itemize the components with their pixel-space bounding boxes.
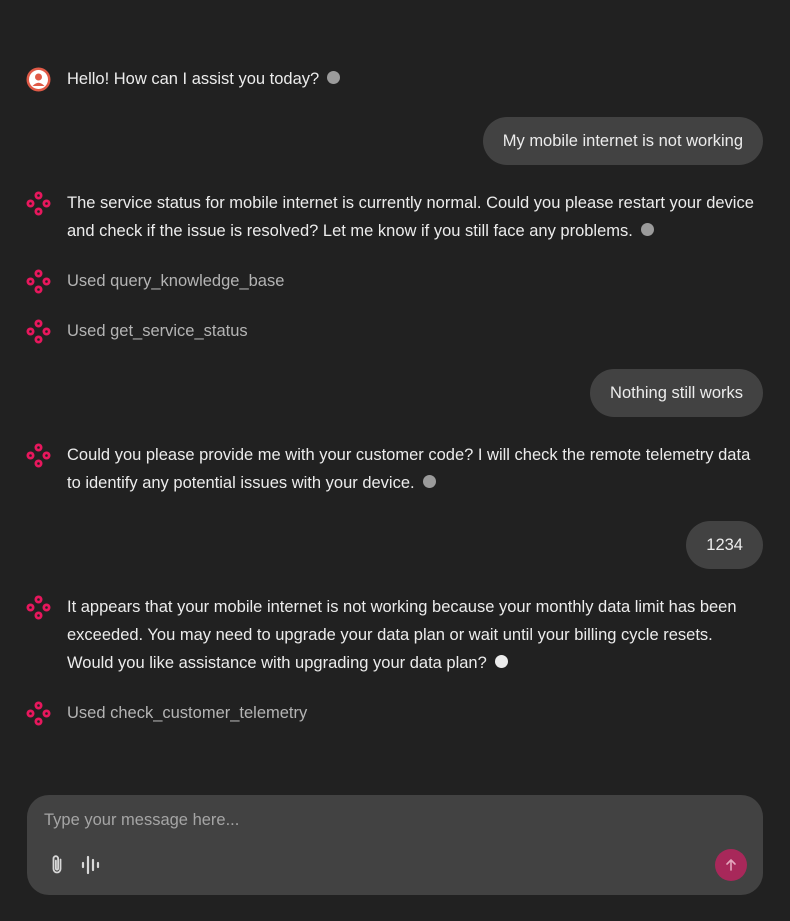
tool-call-label: Used get_service_status: [67, 322, 248, 340]
status-dot: [422, 475, 436, 489]
user-message: My mobile internet is not working: [26, 117, 763, 165]
tool-call-item[interactable]: Used query_knowledge_base: [26, 267, 763, 295]
greeting-text: Hello! How can I assist you today?: [67, 70, 320, 88]
assistant-logo-icon: [26, 269, 51, 294]
user-message: 1234: [26, 521, 763, 569]
status-dot: [640, 223, 654, 237]
status-dot: [327, 71, 341, 85]
assistant-logo-icon: [26, 701, 51, 726]
assistant-message: Hello! How can I assist you today?: [26, 65, 763, 93]
tool-call-item[interactable]: Used get_service_status: [26, 317, 763, 345]
arrow-up-icon: [726, 859, 736, 871]
user-bubble: Nothing still works: [590, 369, 763, 417]
message-composer: [27, 795, 763, 895]
message-input[interactable]: [42, 805, 726, 835]
user-message: Nothing still works: [26, 369, 763, 417]
tool-call-label: Used query_knowledge_base: [67, 272, 285, 290]
assistant-logo-icon: [26, 319, 51, 344]
tool-call-label: Used check_customer_telemetry: [67, 704, 308, 722]
user-bubble: My mobile internet is not working: [482, 117, 763, 165]
send-button[interactable]: [715, 849, 747, 881]
tool-call-item[interactable]: Used check_customer_telemetry: [26, 699, 763, 727]
assistant-message: It appears that your mobile internet is …: [26, 593, 763, 677]
assistant-message: Could you please provide me with your cu…: [26, 441, 763, 497]
assistant-text: It appears that your mobile internet is …: [67, 598, 737, 672]
assistant-logo-icon: [26, 443, 51, 468]
audio-waveform-icon[interactable]: [79, 853, 103, 877]
user-avatar-icon: [26, 67, 51, 92]
assistant-logo-icon: [26, 595, 51, 620]
assistant-logo-icon: [26, 191, 51, 216]
paperclip-icon[interactable]: [45, 853, 69, 877]
user-bubble: 1234: [686, 521, 763, 569]
status-dot: [494, 655, 508, 669]
assistant-message: The service status for mobile internet i…: [26, 189, 763, 245]
assistant-text: Could you please provide me with your cu…: [67, 446, 751, 492]
